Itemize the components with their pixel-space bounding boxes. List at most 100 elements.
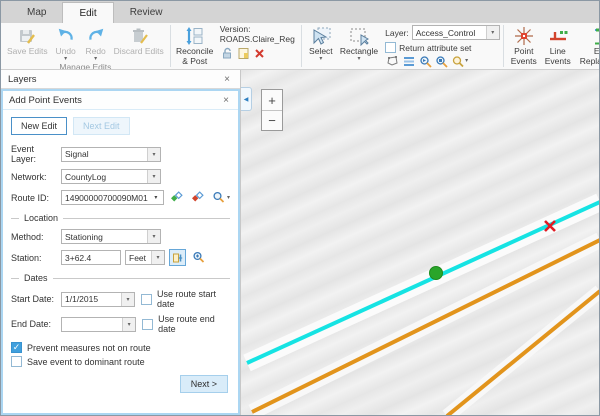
pan-to-selection-icon[interactable]	[434, 54, 448, 68]
use-route-start-date-label: Use route start date	[157, 289, 230, 309]
next-edit-button[interactable]: Next Edit	[73, 117, 130, 135]
return-attribute-set-checkbox[interactable]: ✓	[385, 42, 396, 53]
start-date-caret-icon[interactable]: ▾	[121, 293, 134, 306]
map-view[interactable]: ◀ + −	[241, 70, 599, 415]
zoom-out-button[interactable]: −	[262, 110, 282, 130]
ribbon: Save Edits Undo ▾ Redo ▾	[1, 23, 599, 70]
rectangle-dropdown-icon[interactable]: ▾	[357, 57, 360, 61]
version-label: Version:	[220, 24, 295, 34]
map-graphics	[241, 70, 599, 415]
undo-dropdown-icon[interactable]: ▾	[64, 57, 67, 61]
undo-button[interactable]: Undo ▾	[52, 24, 80, 62]
use-route-start-date-checkbox[interactable]: ✓	[141, 294, 152, 305]
route-id-label: Route ID:	[11, 193, 61, 203]
layer-select[interactable]: Access_Control ▾	[412, 25, 500, 40]
station-units-caret-icon[interactable]: ▾	[151, 251, 164, 264]
network-label: Network:	[11, 172, 61, 182]
add-point-events-close-icon[interactable]: ×	[220, 95, 232, 106]
add-point-events-body: New Edit Next Edit Event Layer: Signal ▾…	[3, 110, 238, 413]
start-date-label: Start Date:	[11, 294, 61, 304]
reconcile-icon	[184, 25, 206, 47]
unlock-version-icon[interactable]	[221, 46, 235, 60]
undo-icon	[55, 25, 77, 47]
versioning-subcolumn: Version: ROADS.Claire_Reg	[220, 24, 298, 60]
prevent-measures-checkbox[interactable]: ✓	[11, 342, 22, 353]
add-point-events-title: Add Point Events	[9, 95, 220, 106]
route-id-caret-icon[interactable]: ▾	[151, 194, 160, 201]
layer-select-caret-icon[interactable]: ▾	[486, 26, 499, 39]
redo-dropdown-icon[interactable]: ▾	[94, 57, 97, 61]
clear-selection-icon[interactable]	[450, 54, 464, 68]
left-panel: Layers × Add Point Events × New Edit Nex…	[1, 70, 241, 415]
main-area: Layers × Add Point Events × New Edit Nex…	[1, 70, 599, 415]
network-caret-icon[interactable]: ▾	[147, 170, 160, 183]
line-events-button[interactable]: Line Events	[542, 24, 574, 68]
version-value: ROADS.Claire_Reg	[220, 34, 295, 44]
use-route-end-date-checkbox[interactable]: ✓	[142, 319, 153, 330]
point-events-button[interactable]: Point Events	[508, 24, 540, 68]
end-date-caret-icon[interactable]: ▾	[122, 318, 135, 331]
add-point-events-header: Add Point Events ×	[3, 91, 238, 110]
point-events-icon	[513, 25, 535, 47]
zoom-in-button[interactable]: +	[262, 90, 282, 110]
dates-section-label: Dates	[24, 273, 48, 283]
method-caret-icon[interactable]: ▾	[147, 230, 160, 243]
app-window: Map Edit Review Save Edits Undo ▾	[0, 0, 600, 416]
event-layer-caret-icon[interactable]: ▾	[147, 148, 160, 161]
redo-button[interactable]: Redo ▾	[82, 24, 110, 62]
method-select[interactable]: Stationing ▾	[61, 229, 161, 244]
delete-version-icon[interactable]	[253, 46, 267, 60]
route-id-combo[interactable]: 14900000700090M01 ▾	[61, 190, 164, 205]
zoom-to-selection-icon[interactable]	[418, 54, 432, 68]
select-route-end-icon[interactable]	[189, 189, 206, 206]
event-layer-select[interactable]: Signal ▾	[61, 147, 161, 162]
discard-edits-button[interactable]: Discard Edits	[112, 24, 166, 58]
return-attribute-set-label: Return attribute set	[399, 43, 471, 53]
next-button[interactable]: Next >	[180, 375, 228, 393]
panel-collapse-button[interactable]: ◀	[241, 87, 252, 111]
save-icon	[16, 25, 38, 47]
dates-section-divider: Dates	[11, 273, 230, 283]
station-label: Station:	[11, 253, 61, 263]
end-date-label: End Date:	[11, 319, 61, 329]
start-date-combo[interactable]: 1/1/2015 ▾	[61, 292, 135, 307]
event-replacement-icon	[592, 25, 599, 47]
event-replacement-button[interactable]: Event Replacement	[576, 24, 599, 68]
save-to-dominant-route-label: Save event to dominant route	[27, 357, 145, 367]
network-select[interactable]: CountyLog ▾	[61, 169, 161, 184]
zoom-to-station-icon[interactable]	[190, 249, 207, 266]
layers-pane-title: Layers	[8, 74, 221, 85]
tab-edit[interactable]: Edit	[62, 2, 113, 23]
prevent-measures-label: Prevent measures not on route	[27, 343, 151, 353]
select-route-start-icon[interactable]	[168, 189, 185, 206]
new-version-icon[interactable]	[237, 46, 251, 60]
add-point-events-pane: Add Point Events × New Edit Next Edit Ev…	[1, 89, 240, 415]
tab-review[interactable]: Review	[114, 2, 179, 23]
station-units-select[interactable]: Feet ▾	[125, 250, 165, 265]
event-point-marker[interactable]	[430, 267, 443, 280]
selection-list-icon[interactable]	[402, 54, 416, 68]
trash-icon	[128, 25, 150, 47]
reconcile-post-button[interactable]: Reconcile & Post	[175, 24, 215, 68]
selection-tools-dropdown-icon[interactable]: ▾	[465, 59, 468, 63]
event-layer-label: Event Layer:	[11, 144, 61, 164]
layers-close-icon[interactable]: ×	[221, 74, 233, 85]
select-button[interactable]: Select ▾	[306, 24, 336, 62]
save-edits-button[interactable]: Save Edits	[5, 24, 50, 58]
layer-label: Layer:	[385, 28, 409, 38]
save-to-dominant-route-checkbox[interactable]: ✓	[11, 356, 22, 367]
end-date-combo[interactable]: ▾	[61, 317, 136, 332]
zoom-to-route-icon[interactable]	[210, 189, 227, 206]
pick-station-from-map-button[interactable]	[169, 249, 186, 266]
method-label: Method:	[11, 232, 61, 242]
group-edit-events: Point Events Line Events Event Replaceme…	[504, 23, 599, 69]
zoom-to-route-dropdown-icon[interactable]: ▾	[227, 196, 230, 200]
use-route-end-date-label: Use route end date	[158, 314, 230, 334]
select-dropdown-icon[interactable]: ▾	[319, 57, 322, 61]
select-polygon-icon[interactable]	[386, 54, 400, 68]
station-input[interactable]: 3+62.4	[61, 250, 121, 265]
new-edit-button[interactable]: New Edit	[11, 117, 67, 135]
rectangle-select-button[interactable]: Rectangle ▾	[338, 24, 380, 62]
tab-map[interactable]: Map	[11, 2, 62, 23]
layers-pane-header: Layers ×	[1, 70, 240, 89]
